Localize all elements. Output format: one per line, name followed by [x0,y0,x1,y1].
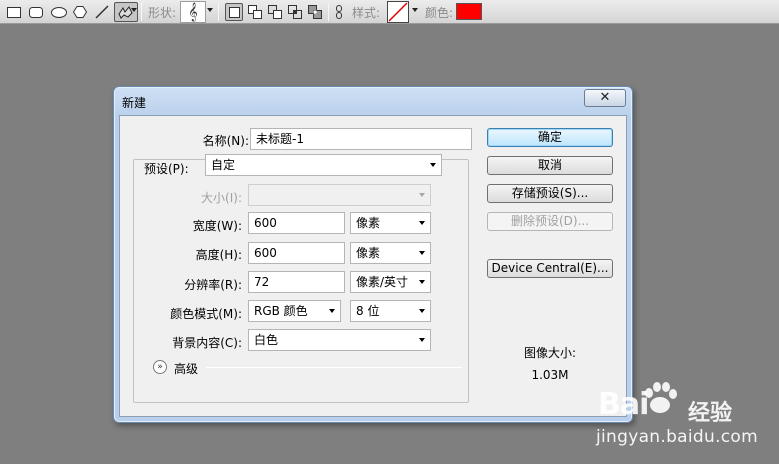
close-button[interactable]: ✕ [584,89,626,107]
advanced-toggle-icon[interactable]: » [153,360,167,374]
name-label: 名称(N): [202,134,249,148]
polygon-tool-icon[interactable] [72,4,88,20]
ellipse-tool-icon[interactable] [50,4,68,20]
background-value: 白色 [254,333,279,347]
intersect-shape-button[interactable] [286,3,304,21]
chevron-down-icon [419,309,425,313]
image-size-value: 1.03M [531,368,569,382]
chevron-down-icon [419,221,425,225]
chevron-down-icon [419,251,425,255]
no-style-icon [388,2,408,22]
new-shape-layer-button[interactable] [225,3,243,21]
height-label: 高度(H): [195,248,242,262]
style-label: 样式: [352,6,381,20]
preset-value: 自定 [211,158,236,172]
line-tool-icon[interactable] [94,4,110,20]
new-layer-mode-icon [229,7,240,18]
device-central-button[interactable]: Device Central(E)... [487,259,613,278]
height-unit-select[interactable]: 像素 [350,242,431,264]
color-label: 颜色: [425,6,454,20]
chevron-down-icon [329,309,335,313]
chevron-down-icon [419,280,425,284]
rounded-rectangle-tool-icon[interactable] [28,4,44,20]
new-document-dialog: 新建 ✕ 名称(N): 未标题-1 预设(P): 自定 大小(I): 宽度(W)… [113,86,633,423]
custom-shape-tool-button[interactable] [114,2,138,22]
width-label: 宽度(W): [192,219,242,233]
size-label: 大小(I): [201,191,242,205]
add-to-shape-button[interactable] [246,3,264,21]
shape-picker-caret-icon[interactable] [207,8,213,12]
color-mode-value: RGB 颜色 [254,304,308,318]
subtract-mode-icon [268,5,282,19]
cancel-button[interactable]: 取消 [487,156,613,175]
background-select[interactable]: 白色 [248,329,431,351]
add-mode-icon [248,5,262,19]
width-unit-value: 像素 [356,216,381,230]
chevron-down-icon [430,163,436,167]
bit-depth-select[interactable]: 8 位 [350,300,431,322]
subtract-shape-button[interactable] [266,3,284,21]
color-swatch[interactable] [456,3,482,20]
size-select [248,184,431,206]
resolution-label: 分辨率(R): [184,278,242,292]
custom-shape-icon [118,6,133,19]
delete-preset-button: 删除预设(D)... [487,212,613,231]
chevron-down-icon [419,193,425,197]
height-unit-value: 像素 [356,246,381,260]
exclude-mode-icon [308,5,322,19]
shape-label: 形状: [148,6,177,20]
link-icon[interactable] [334,4,344,20]
width-input[interactable]: 600 [248,212,345,234]
tool-preset-caret-icon[interactable] [131,8,137,12]
advanced-divider [206,367,462,368]
color-mode-select[interactable]: RGB 颜色 [248,300,341,322]
advanced-label[interactable]: 高级 [174,360,198,377]
toolbar-separator [141,3,142,21]
resolution-unit-value: 像素/英寸 [356,275,409,289]
watermark-url: jingyan.baidu.com [596,427,758,447]
dialog-title: 新建 [122,96,147,110]
preset-select[interactable]: 自定 [205,154,442,176]
preset-label: 预设(P): [142,160,191,177]
background-label: 背景内容(C): [172,336,242,350]
image-size-label: 图像大小: [523,346,577,360]
chevron-down-icon [419,338,425,342]
rectangle-tool-icon[interactable] [6,4,22,20]
bit-depth-value: 8 位 [356,304,380,318]
resolution-input[interactable]: 72 [248,271,345,293]
watermark-jingyan-text: 经验 [688,401,733,426]
exclude-shape-button[interactable] [306,3,324,21]
style-picker-caret-icon[interactable] [412,8,418,12]
save-preset-button[interactable]: 存储预设(S)... [487,184,613,203]
ok-button[interactable]: 确定 [487,128,613,147]
height-input[interactable]: 600 [248,242,345,264]
style-picker[interactable] [387,1,409,23]
options-bar: 形状: 𝄞 样式: 颜色: [0,0,779,24]
shape-picker[interactable]: 𝄞 [180,1,206,23]
width-unit-select[interactable]: 像素 [350,212,431,234]
resolution-unit-select[interactable]: 像素/英寸 [350,271,431,293]
baidu-paw-icon [645,382,677,413]
name-input[interactable]: 未标题-1 [250,128,472,150]
intersect-mode-icon [288,5,302,19]
color-mode-label: 颜色模式(M): [170,307,242,321]
dialog-body: 名称(N): 未标题-1 预设(P): 自定 大小(I): 宽度(W): 600… [119,115,627,417]
toolbar-separator [218,3,219,21]
toolbar-separator [328,3,329,21]
